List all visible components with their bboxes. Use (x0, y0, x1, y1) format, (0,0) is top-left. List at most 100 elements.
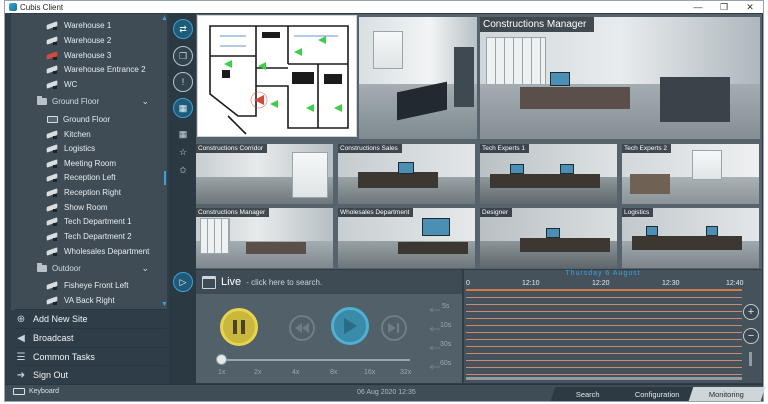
swap-layout-icon[interactable]: ⇄ (173, 19, 193, 39)
video-tile[interactable]: Logistics (622, 208, 759, 268)
keyboard-icon (13, 388, 25, 395)
timeline-time: 12:20 (592, 280, 610, 287)
video-tile[interactable]: Designer (480, 208, 617, 268)
tree-item-camera[interactable]: Reception Left (47, 170, 116, 184)
tree-item-label: WC (64, 79, 78, 89)
camera-icon (47, 174, 60, 182)
minimize-button[interactable]: — (685, 2, 711, 12)
tab-monitoring[interactable]: Monitoring (688, 387, 766, 401)
title-bar: Cubis Client — ❐ ✕ (5, 1, 763, 13)
tree-item-camera[interactable]: Meeting Room (47, 156, 116, 170)
broadcast-button[interactable]: ◀ Broadcast (15, 328, 167, 347)
common-tasks-button[interactable]: ☰ Common Tasks (15, 347, 167, 366)
keyboard-button[interactable]: Keyboard (13, 388, 59, 395)
scroll-up-icon[interactable]: ▲ (161, 15, 168, 22)
camera-title: Wholesales Department (338, 208, 414, 217)
video-tile[interactable]: Constructions Corridor (196, 144, 333, 204)
maximize-button[interactable]: ❐ (711, 2, 737, 13)
add-new-site-button[interactable]: ⊕ Add New Site (15, 309, 167, 328)
favorite-star-icon[interactable]: ☆ (173, 142, 193, 162)
camera-icon (47, 189, 60, 197)
grid-icon[interactable]: ▦ (173, 124, 193, 144)
scroll-down-icon[interactable]: ▼ (161, 301, 168, 308)
video-tile[interactable]: Constructions Manager (196, 208, 333, 268)
speed-slider-knob[interactable] (216, 354, 227, 365)
video-tile-main[interactable]: Constructions Manager (480, 17, 760, 139)
folder-icon (37, 263, 47, 272)
speed-8x: 8x (330, 369, 338, 376)
live-search-bar[interactable]: Live - click here to search. (196, 270, 462, 294)
tree-item-camera[interactable]: Fisheye Front Left (47, 278, 128, 292)
jump-5s[interactable]: 5s (442, 303, 449, 310)
speed-4x: 4x (292, 369, 300, 376)
tree-item-camera[interactable]: Show Room (47, 200, 108, 214)
pause-button[interactable] (220, 308, 258, 346)
speed-slider[interactable] (220, 359, 410, 361)
tab-configuration[interactable]: Configuration (616, 387, 698, 401)
zoom-out-button[interactable]: − (743, 328, 759, 344)
timeline-scroll-handle[interactable] (749, 352, 752, 366)
video-tile[interactable]: Constructions Sales (338, 144, 475, 204)
timeline[interactable]: Thursday 6 August 0 12:10 12:20 12:30 12… (464, 270, 762, 383)
app-logo-icon (9, 3, 17, 11)
camera-title: Designer (480, 208, 513, 217)
video-tile-office[interactable] (359, 17, 477, 139)
tree-item-camera[interactable]: Wholesales Department (47, 244, 149, 258)
video-tile[interactable]: Tech Experts 2 (622, 144, 759, 204)
sign-out-icon: ➜ (16, 369, 26, 381)
group-outdoor[interactable]: Outdoor ⌄ (11, 261, 161, 276)
camera-title: Tech Experts 2 (622, 144, 671, 153)
rewind-icon (295, 323, 309, 333)
camera-title: Tech Experts 1 (480, 144, 529, 153)
video-tile[interactable]: Tech Experts 1 (480, 144, 617, 204)
rewind-button[interactable] (289, 315, 315, 341)
search-hint[interactable]: - click here to search. (246, 278, 322, 287)
video-tile[interactable]: Wholesales Department (338, 208, 475, 268)
tree-item-camera[interactable]: WC (47, 77, 77, 91)
add-favorite-icon[interactable]: ✩ (173, 160, 193, 180)
scroll-thumb[interactable] (164, 171, 166, 185)
timeline-scrollbar[interactable] (466, 377, 742, 380)
tree-item-camera[interactable]: Warehouse 1 (47, 18, 111, 32)
tree-item-camera[interactable]: Kitchen (47, 127, 91, 141)
tree-item-label: Fisheye Front Left (64, 280, 129, 290)
alarm-icon[interactable]: ! (173, 72, 193, 92)
camera-icon (47, 37, 60, 45)
tree-item-label: Wholesales Department (64, 246, 150, 256)
zoom-in-button[interactable]: + (743, 304, 759, 320)
floor-plan-view[interactable] (197, 15, 357, 137)
chevron-down-icon[interactable]: ⌄ (141, 263, 149, 274)
tab-search[interactable]: Search (550, 387, 626, 401)
tree-item-label: Warehouse Entrance 2 (64, 64, 146, 74)
status-datetime: 06 Aug 2020 12:35 (357, 389, 416, 396)
close-button[interactable]: ✕ (737, 2, 763, 13)
group-ground-floor[interactable]: Ground Floor ⌄ (11, 94, 161, 109)
tree-item-floorplan[interactable]: Ground Floor (47, 112, 110, 126)
step-forward-button[interactable] (381, 315, 407, 341)
tree-item-camera-alert[interactable]: Warehouse 3 (47, 48, 111, 62)
tree-item-camera[interactable]: Warehouse Entrance 2 (47, 62, 146, 76)
copy-view-icon[interactable]: ❐ (173, 46, 193, 66)
layout-icon[interactable]: ▦ (173, 98, 193, 118)
tree-item-camera[interactable]: VA Back Right (47, 293, 115, 307)
timeline-tracks[interactable] (466, 291, 742, 375)
sign-out-button[interactable]: ➜ Sign Out (15, 365, 167, 384)
chevron-down-icon[interactable]: ⌄ (141, 96, 149, 107)
timeline-time: 12:40 (726, 280, 744, 287)
play-sidebar-icon[interactable]: ▷ (173, 272, 193, 292)
tab-label: Configuration (634, 389, 680, 399)
tree-item-label: Warehouse 2 (64, 35, 112, 45)
camera-icon (47, 145, 60, 153)
tree-item-camera[interactable]: Tech Department 2 (47, 229, 132, 243)
tree-item-camera[interactable]: Tech Department 1 (47, 214, 132, 228)
tree-item-camera[interactable]: Reception Right (47, 185, 121, 199)
tree-item-camera[interactable]: Logistics (47, 141, 95, 155)
calendar-icon[interactable] (202, 275, 216, 289)
folder-icon (37, 96, 47, 105)
camera-icon (47, 81, 60, 89)
camera-icon (47, 204, 60, 212)
tree-item-camera[interactable]: Warehouse 2 (47, 33, 111, 47)
camera-icon (47, 297, 60, 305)
tree-scrollbar[interactable]: ▲ ▼ (161, 15, 168, 308)
play-button[interactable] (331, 307, 369, 345)
